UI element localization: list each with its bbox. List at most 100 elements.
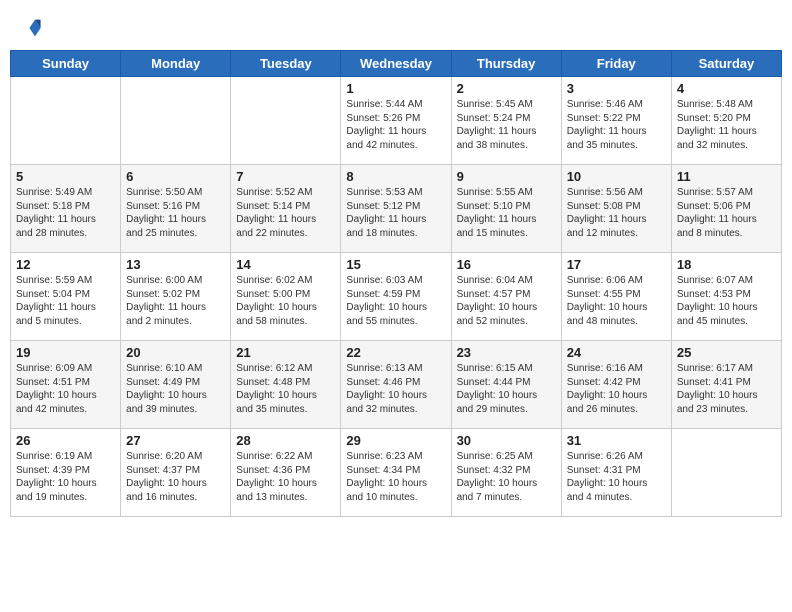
calendar-week-row: 26Sunrise: 6:19 AM Sunset: 4:39 PM Dayli… (11, 429, 782, 517)
cell-info: Sunrise: 6:22 AM Sunset: 4:36 PM Dayligh… (236, 450, 335, 504)
day-number: 20 (126, 345, 225, 360)
cell-info: Sunrise: 6:25 AM Sunset: 4:32 PM Dayligh… (457, 450, 556, 504)
calendar-cell: 13 Sunrise: 6:00 AM Sunset: 5:02 PM Dayli… (121, 253, 231, 341)
calendar-header-row: SundayMondayTuesdayWednesdayThursdayFrid… (11, 51, 782, 77)
calendar-cell: 22 Sunrise: 6:13 AM Sunset: 4:46 PM Dayli… (341, 341, 451, 429)
day-number: 19 (16, 345, 115, 360)
calendar-cell (671, 429, 781, 517)
calendar-cell: 19 Sunrise: 6:09 AM Sunset: 4:51 PM Dayli… (11, 341, 121, 429)
calendar-table: SundayMondayTuesdayWednesdayThursdayFrid… (10, 50, 782, 517)
cell-info: Sunrise: 6:23 AM Sunset: 4:34 PM Dayligh… (346, 450, 445, 504)
calendar-cell: 17 Sunrise: 6:06 AM Sunset: 4:55 PM Dayli… (561, 253, 671, 341)
day-number: 30 (457, 433, 556, 448)
cell-info: Sunrise: 6:07 AM Sunset: 4:53 PM Dayligh… (677, 274, 776, 328)
day-number: 3 (567, 81, 666, 96)
cell-info: Sunrise: 6:00 AM Sunset: 5:02 PM Dayligh… (126, 274, 225, 328)
day-header-sunday: Sunday (11, 51, 121, 77)
calendar-cell: 15 Sunrise: 6:03 AM Sunset: 4:59 PM Dayli… (341, 253, 451, 341)
calendar-cell: 31 Sunrise: 6:26 AM Sunset: 4:31 PM Dayli… (561, 429, 671, 517)
day-number: 23 (457, 345, 556, 360)
day-number: 29 (346, 433, 445, 448)
day-number: 17 (567, 257, 666, 272)
cell-info: Sunrise: 6:17 AM Sunset: 4:41 PM Dayligh… (677, 362, 776, 416)
day-number: 21 (236, 345, 335, 360)
cell-info: Sunrise: 6:16 AM Sunset: 4:42 PM Dayligh… (567, 362, 666, 416)
day-number: 14 (236, 257, 335, 272)
day-header-thursday: Thursday (451, 51, 561, 77)
day-header-tuesday: Tuesday (231, 51, 341, 77)
calendar-cell: 12 Sunrise: 5:59 AM Sunset: 5:04 PM Dayli… (11, 253, 121, 341)
day-number: 9 (457, 169, 556, 184)
calendar-cell: 24 Sunrise: 6:16 AM Sunset: 4:42 PM Dayli… (561, 341, 671, 429)
calendar-cell (121, 77, 231, 165)
day-number: 24 (567, 345, 666, 360)
calendar-cell: 2 Sunrise: 5:45 AM Sunset: 5:24 PM Daylig… (451, 77, 561, 165)
day-number: 5 (16, 169, 115, 184)
cell-info: Sunrise: 5:56 AM Sunset: 5:08 PM Dayligh… (567, 186, 666, 240)
cell-info: Sunrise: 6:06 AM Sunset: 4:55 PM Dayligh… (567, 274, 666, 328)
day-number: 12 (16, 257, 115, 272)
logo-icon (14, 14, 42, 42)
cell-info: Sunrise: 6:09 AM Sunset: 4:51 PM Dayligh… (16, 362, 115, 416)
cell-info: Sunrise: 5:46 AM Sunset: 5:22 PM Dayligh… (567, 98, 666, 152)
day-number: 15 (346, 257, 445, 272)
day-number: 25 (677, 345, 776, 360)
calendar-cell: 23 Sunrise: 6:15 AM Sunset: 4:44 PM Dayli… (451, 341, 561, 429)
day-number: 28 (236, 433, 335, 448)
day-number: 16 (457, 257, 556, 272)
cell-info: Sunrise: 5:50 AM Sunset: 5:16 PM Dayligh… (126, 186, 225, 240)
cell-info: Sunrise: 6:20 AM Sunset: 4:37 PM Dayligh… (126, 450, 225, 504)
cell-info: Sunrise: 6:26 AM Sunset: 4:31 PM Dayligh… (567, 450, 666, 504)
day-header-wednesday: Wednesday (341, 51, 451, 77)
cell-info: Sunrise: 6:12 AM Sunset: 4:48 PM Dayligh… (236, 362, 335, 416)
calendar-cell: 5 Sunrise: 5:49 AM Sunset: 5:18 PM Daylig… (11, 165, 121, 253)
day-number: 6 (126, 169, 225, 184)
calendar-week-row: 1Sunrise: 5:44 AM Sunset: 5:26 PM Daylig… (11, 77, 782, 165)
day-number: 11 (677, 169, 776, 184)
cell-info: Sunrise: 6:04 AM Sunset: 4:57 PM Dayligh… (457, 274, 556, 328)
day-number: 4 (677, 81, 776, 96)
logo (14, 14, 44, 42)
calendar-cell (11, 77, 121, 165)
calendar-week-row: 19 Sunrise: 6:09 AM Sunset: 4:51 PM Dayli… (11, 341, 782, 429)
cell-info: Sunrise: 6:19 AM Sunset: 4:39 PM Dayligh… (16, 450, 115, 504)
cell-info: Sunrise: 5:57 AM Sunset: 5:06 PM Dayligh… (677, 186, 776, 240)
day-header-saturday: Saturday (671, 51, 781, 77)
calendar-cell: 21 Sunrise: 6:12 AM Sunset: 4:48 PM Dayli… (231, 341, 341, 429)
calendar-cell: 11 Sunrise: 5:57 AM Sunset: 5:06 PM Dayli… (671, 165, 781, 253)
cell-info: Sunrise: 5:53 AM Sunset: 5:12 PM Dayligh… (346, 186, 445, 240)
calendar-cell: 6 Sunrise: 5:50 AM Sunset: 5:16 PM Daylig… (121, 165, 231, 253)
day-number: 31 (567, 433, 666, 448)
day-number: 7 (236, 169, 335, 184)
calendar-cell: 16 Sunrise: 6:04 AM Sunset: 4:57 PM Dayli… (451, 253, 561, 341)
cell-info: Sunrise: 5:59 AM Sunset: 5:04 PM Dayligh… (16, 274, 115, 328)
calendar-cell: 28 Sunrise: 6:22 AM Sunset: 4:36 PM Dayli… (231, 429, 341, 517)
cell-info: Sunrise: 6:03 AM Sunset: 4:59 PM Dayligh… (346, 274, 445, 328)
cell-info: Sunrise: 6:10 AM Sunset: 4:49 PM Dayligh… (126, 362, 225, 416)
calendar-cell: 3 Sunrise: 5:46 AM Sunset: 5:22 PM Daylig… (561, 77, 671, 165)
page-header (10, 10, 782, 42)
calendar-cell: 1Sunrise: 5:44 AM Sunset: 5:26 PM Daylig… (341, 77, 451, 165)
calendar-cell: 8 Sunrise: 5:53 AM Sunset: 5:12 PM Daylig… (341, 165, 451, 253)
day-number: 8 (346, 169, 445, 184)
cell-info: Sunrise: 5:49 AM Sunset: 5:18 PM Dayligh… (16, 186, 115, 240)
cell-info: Sunrise: 6:13 AM Sunset: 4:46 PM Dayligh… (346, 362, 445, 416)
cell-info: Sunrise: 5:45 AM Sunset: 5:24 PM Dayligh… (457, 98, 556, 152)
calendar-cell: 20 Sunrise: 6:10 AM Sunset: 4:49 PM Dayli… (121, 341, 231, 429)
cell-info: Sunrise: 6:15 AM Sunset: 4:44 PM Dayligh… (457, 362, 556, 416)
calendar-cell: 30 Sunrise: 6:25 AM Sunset: 4:32 PM Dayli… (451, 429, 561, 517)
day-number: 27 (126, 433, 225, 448)
day-number: 22 (346, 345, 445, 360)
cell-info: Sunrise: 5:52 AM Sunset: 5:14 PM Dayligh… (236, 186, 335, 240)
calendar-cell: 14Sunrise: 6:02 AM Sunset: 5:00 PM Dayli… (231, 253, 341, 341)
calendar-cell: 26Sunrise: 6:19 AM Sunset: 4:39 PM Dayli… (11, 429, 121, 517)
cell-info: Sunrise: 5:55 AM Sunset: 5:10 PM Dayligh… (457, 186, 556, 240)
calendar-cell: 29 Sunrise: 6:23 AM Sunset: 4:34 PM Dayli… (341, 429, 451, 517)
calendar-cell: 7 Sunrise: 5:52 AM Sunset: 5:14 PM Daylig… (231, 165, 341, 253)
calendar-cell: 10Sunrise: 5:56 AM Sunset: 5:08 PM Dayli… (561, 165, 671, 253)
day-number: 13 (126, 257, 225, 272)
day-number: 2 (457, 81, 556, 96)
calendar-cell: 9 Sunrise: 5:55 AM Sunset: 5:10 PM Daylig… (451, 165, 561, 253)
calendar-cell: 27 Sunrise: 6:20 AM Sunset: 4:37 PM Dayli… (121, 429, 231, 517)
day-number: 18 (677, 257, 776, 272)
